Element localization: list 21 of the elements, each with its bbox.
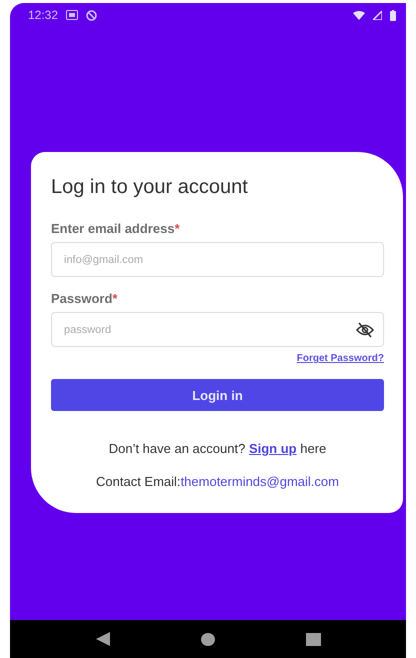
login-button[interactable]: Login in	[51, 379, 384, 411]
home-icon[interactable]	[200, 632, 214, 646]
field-label: Enter email address*	[51, 221, 181, 236]
signup-prompt: Don’t have an account? Sign up here	[108, 441, 328, 456]
field-label: Password*	[51, 291, 118, 306]
battery-icon	[390, 10, 396, 20]
clock: 12:32	[28, 8, 58, 22]
back-icon[interactable]	[96, 632, 110, 646]
forgot-password-link[interactable]: Forget Password?	[296, 353, 384, 364]
recents-icon[interactable]	[306, 632, 320, 646]
sign-up-link[interactable]: Sign up	[248, 441, 297, 456]
card-title: Log in to your account	[51, 176, 249, 199]
signal-icon	[373, 10, 382, 20]
email-link[interactable]: themoterminds@gmail.com	[180, 474, 339, 489]
password-field[interactable]: password	[51, 312, 384, 347]
input-field[interactable]: info@gmail.com	[51, 242, 384, 277]
photo-icon	[66, 10, 78, 20]
wifi-icon	[353, 10, 365, 20]
contact-email-text: Contact Email:themoterminds@gmail.com	[95, 474, 340, 489]
eye-slash-icon[interactable]	[356, 322, 374, 338]
no-entry-icon	[86, 10, 98, 20]
